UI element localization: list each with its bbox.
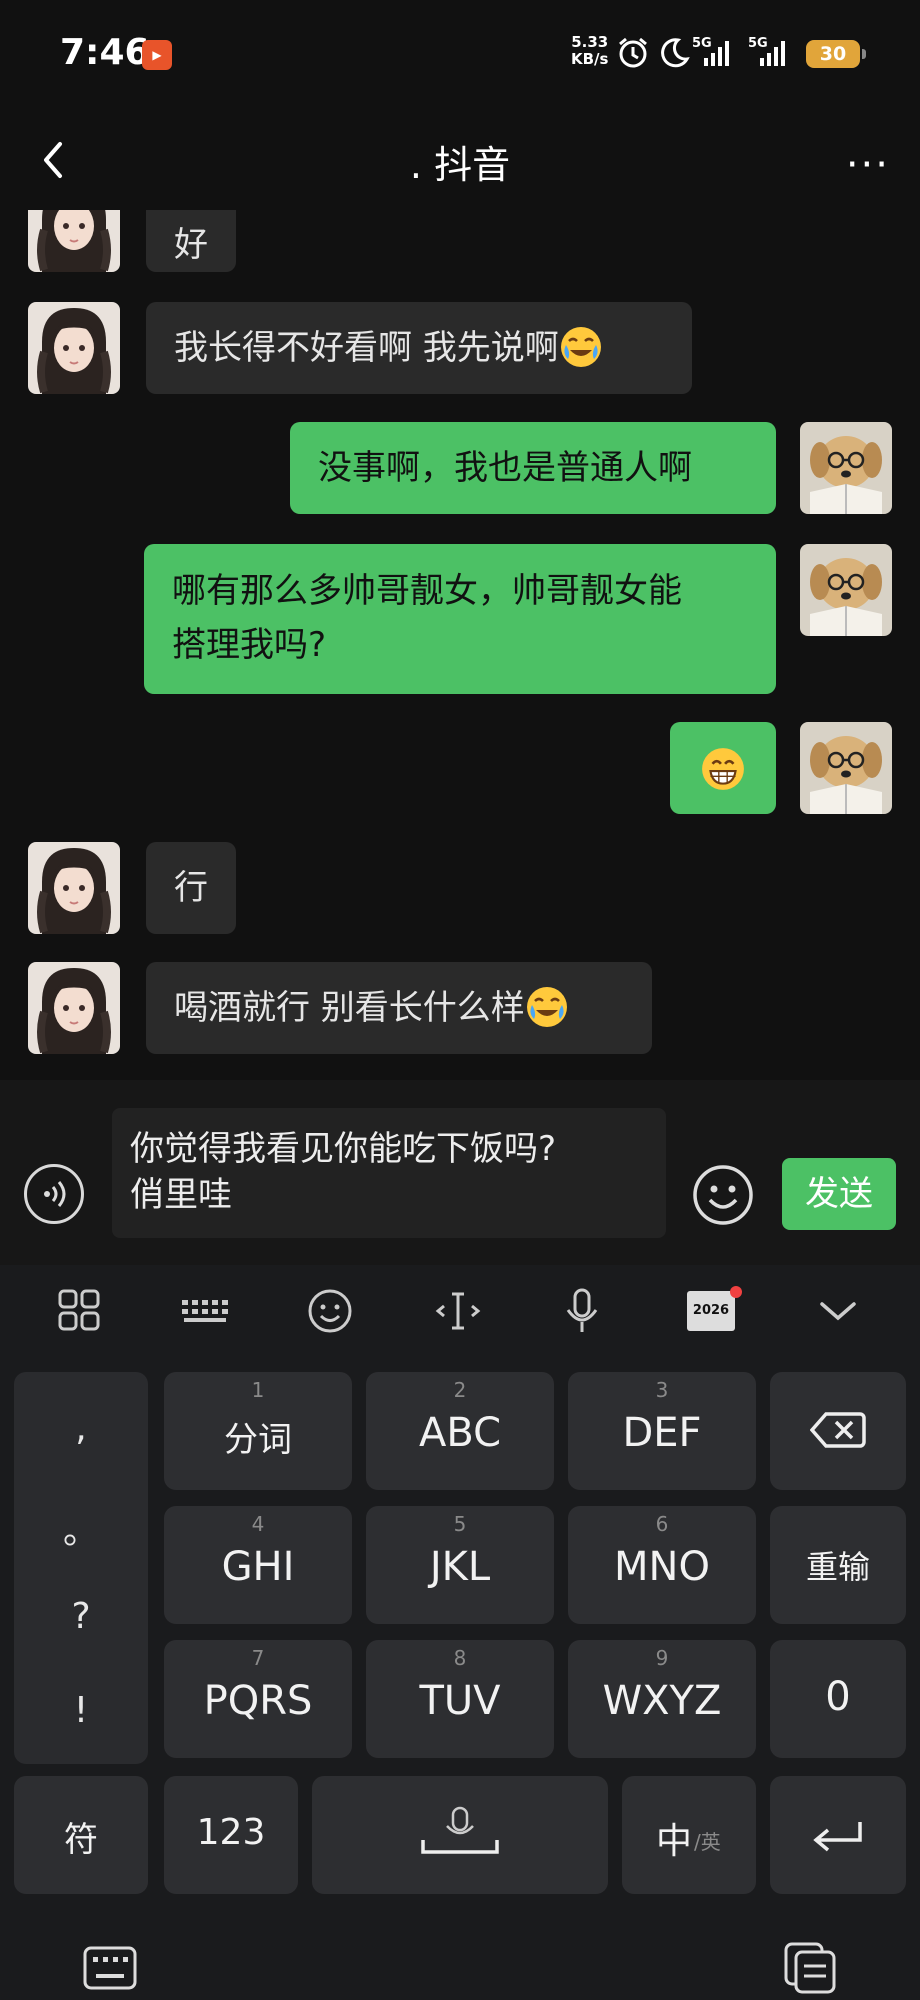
status-bar: 7:46 ▶ 5.33 KB/s 5G 5G 30 (0, 0, 920, 110)
key-8[interactable]: 8 TUV (366, 1640, 554, 1758)
signal-bars-2-icon (760, 40, 785, 66)
my-avatar[interactable] (800, 722, 892, 814)
chat-title: . 抖音 (409, 143, 511, 187)
message-list: 好 我长得不好看啊 我先说啊 没事啊，我也是普通人啊 哪有那么多帅哥靓女，帅哥靓… (0, 210, 920, 1080)
enter-icon (813, 1822, 862, 1852)
emoji-icon[interactable] (302, 1286, 358, 1336)
emoji-picker-icon[interactable] (692, 1164, 754, 1226)
space-key[interactable] (312, 1776, 608, 1894)
key-4[interactable]: 4 GHI (164, 1506, 352, 1624)
my-avatar[interactable] (800, 422, 892, 514)
app-notification-icon: ▶ (142, 40, 172, 70)
status-time: 7:46 (60, 32, 150, 73)
battery-indicator: 30 (806, 40, 866, 68)
key-1[interactable]: 1 分词 (164, 1372, 352, 1490)
more-options-icon[interactable]: ··· (846, 142, 890, 188)
crying-laugh-emoji-icon (559, 325, 603, 369)
message-bubble-left: 我长得不好看啊 我先说啊 (146, 302, 692, 394)
punct-period[interactable]: 。 (14, 1502, 148, 1554)
chat-header: . 抖音 ··· (0, 110, 920, 210)
punct-exclaim[interactable]: ! (14, 1690, 148, 1731)
punct-comma[interactable]: , (14, 1408, 148, 1449)
mic-icon[interactable] (554, 1286, 610, 1336)
alarm-icon (619, 37, 647, 68)
contact-avatar[interactable] (28, 842, 120, 934)
my-avatar[interactable] (800, 544, 892, 636)
message-bubble-left: 行 (146, 842, 236, 934)
clipboard-icon[interactable] (782, 1940, 838, 1996)
key-5[interactable]: 5 JKL (366, 1506, 554, 1624)
key-3[interactable]: 3 DEF (568, 1372, 756, 1490)
backspace-icon (810, 1412, 866, 1448)
notification-dot (730, 1286, 742, 1298)
message-bubble-right: 哪有那么多帅哥靓女，帅哥靓女能 搭理我吗? (144, 544, 776, 694)
language-switch-key[interactable]: 中 /英 (622, 1776, 756, 1894)
keyboard-layout-icon[interactable] (178, 1286, 234, 1336)
key-2[interactable]: 2 ABC (366, 1372, 554, 1490)
collapse-keyboard-icon[interactable] (810, 1286, 866, 1336)
signal-bars-1-icon (704, 40, 729, 66)
numbers-key[interactable]: 123 (164, 1776, 298, 1894)
reenter-key[interactable]: 重输 (770, 1506, 906, 1624)
message-bubble-right: 没事啊，我也是普通人啊 (290, 422, 776, 514)
contact-avatar[interactable] (28, 302, 120, 394)
grin-emoji-icon (700, 746, 746, 792)
keyboard-switch-icon[interactable] (82, 1940, 138, 1996)
key-9[interactable]: 9 WXYZ (568, 1640, 756, 1758)
space-mic-icon (421, 1806, 499, 1854)
send-button[interactable]: 发送 (782, 1158, 896, 1230)
network-speed: 5.33 KB/s (571, 33, 609, 68)
symbols-key[interactable]: 符 (14, 1776, 148, 1894)
message-bubble-left: 喝酒就行 别看长什么样 (146, 962, 652, 1054)
message-bubble-right (670, 722, 776, 814)
do-not-disturb-moon-icon (661, 38, 690, 68)
punct-question[interactable]: ? (14, 1596, 148, 1637)
apps-icon[interactable] (52, 1286, 108, 1336)
contact-avatar[interactable] (28, 210, 120, 272)
contact-avatar[interactable] (28, 962, 120, 1054)
voice-input-icon[interactable] (24, 1164, 84, 1224)
punctuation-column[interactable]: , 。 ? ! (14, 1372, 148, 1764)
crying-laugh-emoji-icon (525, 985, 569, 1029)
calendar-2026-icon[interactable]: 2026 (680, 1286, 742, 1336)
screen: { "status": {"time": "7:46", "net_speed"… (0, 0, 920, 2000)
message-bubble-left: 好 (146, 210, 236, 272)
key-7[interactable]: 7 PQRS (164, 1640, 352, 1758)
backspace-key[interactable] (770, 1372, 906, 1490)
message-input[interactable]: 你觉得我看见你能吃下饭吗? 俏里哇 (112, 1108, 666, 1238)
key-0[interactable]: 0 (770, 1640, 906, 1758)
cursor-move-icon[interactable] (430, 1286, 486, 1336)
enter-key[interactable] (770, 1776, 906, 1894)
key-6[interactable]: 6 MNO (568, 1506, 756, 1624)
